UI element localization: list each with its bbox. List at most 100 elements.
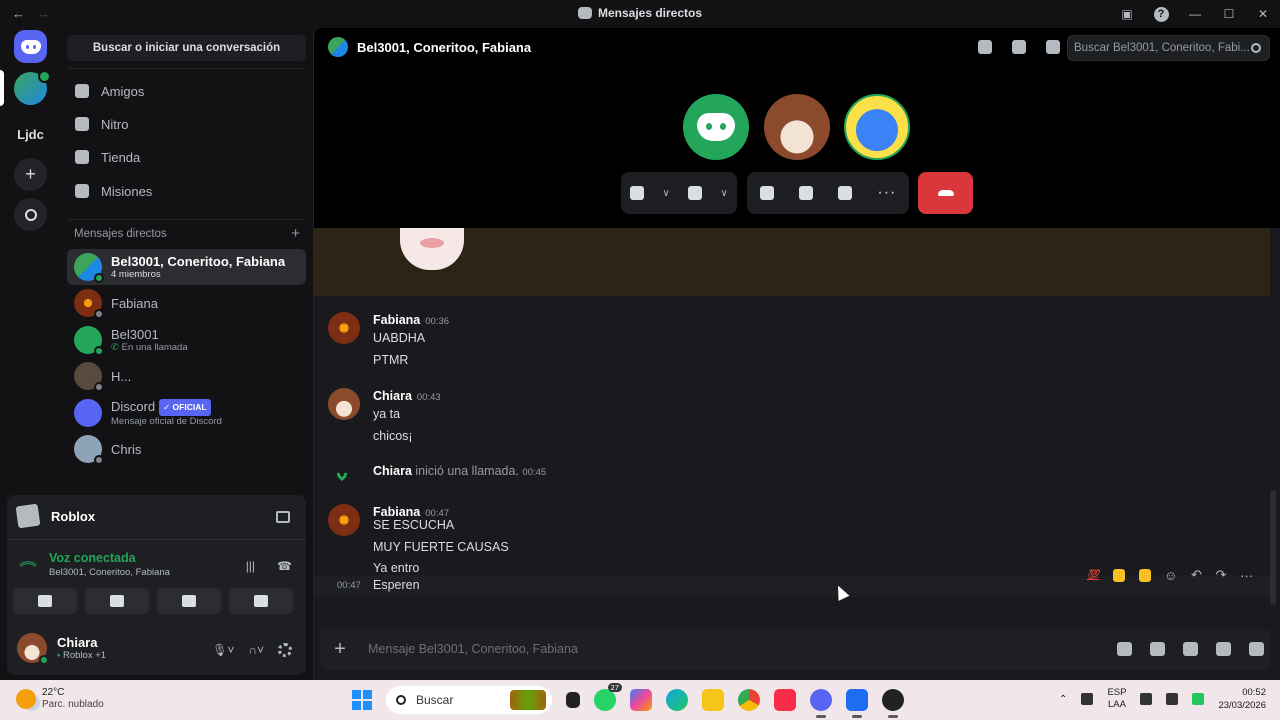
create-dm-button[interactable]: +	[291, 226, 300, 241]
signal-icon[interactable]	[19, 555, 37, 574]
hundred-reaction-icon[interactable]: 💯	[1087, 570, 1099, 581]
add-reaction-icon[interactable]: ☺	[1164, 568, 1177, 583]
settings-icon[interactable]	[278, 643, 292, 657]
thumbs-up-icon[interactable]	[1112, 568, 1125, 582]
minimize-button[interactable]: —	[1178, 3, 1212, 25]
screen-share-icon	[110, 595, 124, 607]
current-user[interactable]: Chiara ▪ Roblox +1	[17, 633, 106, 665]
mic-icon[interactable]: 🎙︎˅	[212, 643, 234, 657]
pin-icon[interactable]	[978, 40, 992, 54]
direct-messages-button[interactable]	[14, 30, 47, 63]
more-icon[interactable]: ···	[1240, 568, 1253, 583]
gif-icon[interactable]	[1150, 642, 1165, 656]
activity-icon[interactable]	[798, 186, 813, 200]
discord-taskbar-icon[interactable]	[810, 689, 832, 718]
start-button[interactable]	[352, 690, 372, 710]
battery-icon[interactable]	[1192, 693, 1205, 705]
author-name[interactable]: Fabiana	[373, 505, 420, 519]
author-avatar[interactable]	[328, 504, 360, 536]
camera-off-icon[interactable]	[688, 186, 703, 200]
participant-chiara[interactable]	[764, 94, 830, 160]
roblox-taskbar-icon[interactable]	[846, 689, 868, 718]
disconnect-icon[interactable]: ☎	[277, 559, 292, 573]
author-name[interactable]: Chiara	[373, 389, 412, 403]
quests-icon	[75, 184, 89, 198]
system-author[interactable]: Chiara	[373, 464, 412, 478]
end-call-button[interactable]	[918, 172, 973, 214]
find-conversation-button[interactable]: Buscar o iniciar una conversación	[67, 35, 306, 61]
thumbs-down-icon[interactable]	[1138, 568, 1151, 582]
author-name[interactable]: Fabiana	[373, 313, 420, 327]
soundboard-icon[interactable]	[838, 186, 853, 200]
microphone-icon[interactable]	[630, 186, 645, 200]
maximize-button[interactable]: ☐	[1212, 3, 1246, 25]
gift-icon[interactable]	[1117, 642, 1132, 656]
dm-item-fabiana[interactable]: Fabiana	[67, 285, 306, 321]
taskbar-search[interactable]: Buscar	[386, 686, 552, 714]
add-server-button[interactable]: +	[14, 158, 47, 191]
chevron-down-icon[interactable]: ∨	[720, 188, 727, 199]
volume-icon[interactable]	[1166, 693, 1179, 705]
taskbar-apps: Buscar 27	[352, 683, 904, 718]
chrome-icon[interactable]	[738, 689, 760, 711]
edge-icon[interactable]	[666, 689, 688, 711]
attach-button[interactable]: +	[320, 638, 360, 661]
add-friends-icon[interactable]	[1012, 40, 1026, 54]
reply-icon[interactable]: ↶	[1191, 567, 1202, 583]
nav-nitro[interactable]: Nitro	[67, 109, 306, 139]
soundboard-button[interactable]	[229, 588, 293, 614]
headphones-icon[interactable]: ∩˅	[248, 643, 264, 657]
message-input[interactable]: Mensaje Bel3001, Coneritoo, Fabiana	[368, 642, 578, 656]
dm-item-discord[interactable]: Discord ✓ OFICIAL Mensaje oficial de Disco…	[67, 395, 306, 431]
screen-share-icon[interactable]	[759, 186, 774, 200]
file-explorer-icon[interactable]	[702, 689, 724, 711]
voice-channel[interactable]: Bel3001, Coneritoo, Fabiana	[49, 567, 170, 578]
author-avatar[interactable]	[328, 312, 360, 344]
author-avatar[interactable]	[328, 388, 360, 420]
close-button[interactable]: ✕	[1246, 3, 1280, 25]
screen-share-button[interactable]	[85, 588, 149, 614]
sticker-icon[interactable]	[1183, 642, 1198, 656]
dm-item-bel3001[interactable]: Bel3001 ✆ En una llamada	[67, 322, 306, 358]
timestamp: 00:47	[337, 580, 361, 591]
wifi-icon[interactable]	[1140, 693, 1153, 705]
inbox-icon[interactable]: ▣	[1110, 3, 1144, 25]
more-icon[interactable]: ···	[877, 184, 896, 202]
camera-button[interactable]	[13, 588, 77, 614]
scrollbar[interactable]	[1270, 490, 1276, 605]
hamster-sticker[interactable]	[400, 228, 464, 270]
apps-icon[interactable]	[1249, 642, 1264, 656]
nav-friends[interactable]: Amigos	[67, 76, 306, 106]
nav-shop[interactable]: Tienda	[67, 142, 306, 172]
dm-item-h[interactable]: H...	[67, 358, 306, 394]
activity-button[interactable]	[157, 588, 221, 614]
server-ljdc[interactable]: Ljdc	[14, 118, 47, 151]
terminal-icon[interactable]	[566, 692, 580, 708]
help-button[interactable]: ?	[1144, 3, 1178, 25]
nav-quests[interactable]: Misiones	[67, 176, 306, 206]
participant-bel3001[interactable]	[683, 94, 749, 160]
group-call-server[interactable]	[14, 70, 51, 105]
dm-item-chris[interactable]: Chris	[67, 431, 306, 467]
members-icon[interactable]	[1046, 40, 1060, 54]
weather-widget[interactable]: 22°C Parc. nublado	[16, 687, 104, 710]
explore-button[interactable]	[14, 198, 47, 231]
language-indicator[interactable]: ESP LAA	[1107, 687, 1126, 711]
chevron-down-icon[interactable]: ∨	[662, 188, 669, 199]
whatsapp-icon[interactable]: 27	[594, 683, 622, 711]
channel-title: Bel3001, Coneritoo, Fabiana	[357, 39, 532, 55]
participant-fabiana[interactable]	[844, 94, 910, 160]
microphone-tray-icon[interactable]	[1081, 693, 1094, 705]
shop-icon	[75, 150, 89, 164]
forward-icon[interactable]: ↷	[1216, 567, 1227, 583]
noise-suppression-icon[interactable]: |||	[246, 559, 255, 573]
dm-item-group[interactable]: Bel3001, Coneritoo, Fabiana 4 miembros	[67, 249, 306, 285]
copilot-icon[interactable]	[630, 689, 652, 711]
chevron-up-icon[interactable]: ⌃	[1059, 694, 1067, 705]
stream-game-icon[interactable]	[276, 511, 290, 523]
emoji-icon[interactable]	[1216, 642, 1231, 656]
game-icon[interactable]	[882, 689, 904, 718]
header-search[interactable]: Buscar Bel3001, Coneritoo, Fabi...	[1067, 35, 1270, 61]
music-icon[interactable]	[774, 689, 796, 711]
clock[interactable]: 00:52 23/03/2026	[1218, 686, 1266, 712]
